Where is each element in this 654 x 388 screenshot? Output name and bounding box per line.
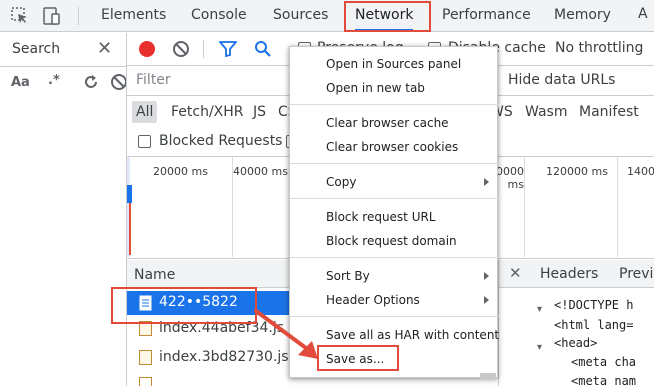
submenu-arrow-icon bbox=[484, 272, 489, 280]
network-tab-highlight bbox=[344, 1, 431, 32]
code-line: <!DOCTYPE h bbox=[554, 298, 634, 312]
filter-icon[interactable] bbox=[219, 40, 237, 58]
timeline-bar bbox=[127, 185, 132, 203]
gutter bbox=[499, 290, 551, 386]
search-icon[interactable] bbox=[254, 40, 272, 58]
code-line: <head> bbox=[554, 336, 598, 350]
divider bbox=[203, 40, 204, 58]
more-tabs-icon[interactable]: A bbox=[638, 6, 648, 22]
close-detail-icon[interactable]: ✕ bbox=[509, 264, 522, 282]
clear-log-icon[interactable] bbox=[172, 40, 190, 58]
selected-request-highlight bbox=[111, 287, 257, 324]
fold-arrow-icon[interactable]: ▾ bbox=[537, 304, 542, 315]
menu-separator bbox=[290, 257, 499, 258]
name-column-header[interactable]: Name bbox=[134, 267, 175, 283]
menu-item-open-in-new-tab[interactable]: Open in new tab bbox=[326, 81, 425, 95]
request-detail-pane: ✕ Headers Preview <!DOCTYPE h <html lang… bbox=[498, 260, 654, 388]
timeline-load-line bbox=[129, 203, 131, 255]
menu-separator bbox=[290, 163, 499, 164]
hide-data-urls-label[interactable]: Hide data URLs bbox=[508, 72, 615, 88]
tab-console[interactable]: Console bbox=[191, 0, 247, 31]
regex-button[interactable]: .* bbox=[48, 73, 60, 88]
menu-separator bbox=[290, 198, 499, 199]
record-icon[interactable] bbox=[139, 41, 155, 57]
device-toolbar-icon[interactable] bbox=[42, 6, 62, 26]
tab-headers[interactable]: Headers bbox=[540, 266, 598, 282]
tab-preview[interactable]: Preview bbox=[619, 266, 654, 282]
tick-120000: 120000 ms bbox=[546, 165, 608, 178]
grid-line bbox=[617, 157, 618, 257]
type-filter-all[interactable]: All bbox=[136, 104, 153, 120]
blocked-requests-checkbox[interactable] bbox=[138, 135, 151, 148]
submenu-arrow-icon bbox=[484, 178, 489, 186]
refresh-icon[interactable] bbox=[82, 73, 100, 91]
search-panel: Search ✕ Aa .* bbox=[0, 33, 127, 386]
inspect-element-icon[interactable] bbox=[11, 7, 29, 25]
scroll-indicator bbox=[480, 373, 496, 379]
tab-performance[interactable]: Performance bbox=[442, 0, 531, 31]
type-filter-fetch[interactable]: Fetch/XHR bbox=[171, 104, 244, 120]
devtools-tabbar: Elements Console Sources Network Perform… bbox=[0, 0, 654, 32]
script-file-icon bbox=[139, 377, 152, 386]
menu-item-clear-cache[interactable]: Clear browser cache bbox=[326, 116, 449, 130]
menu-item-block-url[interactable]: Block request URL bbox=[326, 210, 436, 224]
tab-divider bbox=[78, 7, 79, 25]
blocked-requests-label: Blocked Requests bbox=[159, 133, 283, 149]
script-file-icon bbox=[139, 350, 152, 365]
fold-arrow-icon[interactable]: ▾ bbox=[537, 342, 542, 353]
throttling-select[interactable]: No throttling bbox=[555, 40, 643, 56]
menu-item-open-in-sources[interactable]: Open in Sources panel bbox=[326, 57, 461, 71]
type-filter-js[interactable]: JS bbox=[253, 104, 266, 120]
tab-memory[interactable]: Memory bbox=[554, 0, 611, 31]
code-line: <meta cha bbox=[571, 355, 637, 369]
tab-sources[interactable]: Sources bbox=[273, 0, 328, 31]
code-line: <html lang= bbox=[554, 318, 634, 332]
tab-elements[interactable]: Elements bbox=[101, 0, 166, 31]
divider bbox=[0, 66, 126, 67]
type-filter-wasm[interactable]: Wasm bbox=[525, 104, 567, 120]
menu-item-block-domain[interactable]: Block request domain bbox=[326, 234, 457, 248]
tick-140000: 140000 ms bbox=[627, 165, 654, 178]
annotation-arrow-icon bbox=[254, 309, 318, 359]
match-case-button[interactable]: Aa bbox=[11, 75, 30, 90]
grid-line bbox=[524, 157, 525, 257]
menu-separator bbox=[290, 104, 499, 105]
close-search-icon[interactable]: ✕ bbox=[97, 38, 112, 59]
menu-item-header-options[interactable]: Header Options bbox=[326, 293, 420, 307]
search-panel-title: Search bbox=[12, 41, 61, 57]
menu-item-save-all-har[interactable]: Save all as HAR with content bbox=[326, 328, 499, 342]
menu-item-copy[interactable]: Copy bbox=[326, 175, 356, 189]
menu-item-clear-cookies[interactable]: Clear browser cookies bbox=[326, 140, 458, 154]
filter-input[interactable]: Filter bbox=[136, 72, 171, 88]
tick-20000: 20000 ms bbox=[153, 165, 208, 178]
clear-search-icon[interactable] bbox=[110, 73, 126, 91]
tick-40000: 40000 ms bbox=[233, 165, 288, 178]
type-filter-manifest[interactable]: Manifest bbox=[579, 104, 639, 120]
tick-100000: 100000 ms bbox=[496, 165, 524, 191]
submenu-arrow-icon bbox=[484, 296, 489, 304]
menu-item-sort-by[interactable]: Sort By bbox=[326, 269, 370, 283]
